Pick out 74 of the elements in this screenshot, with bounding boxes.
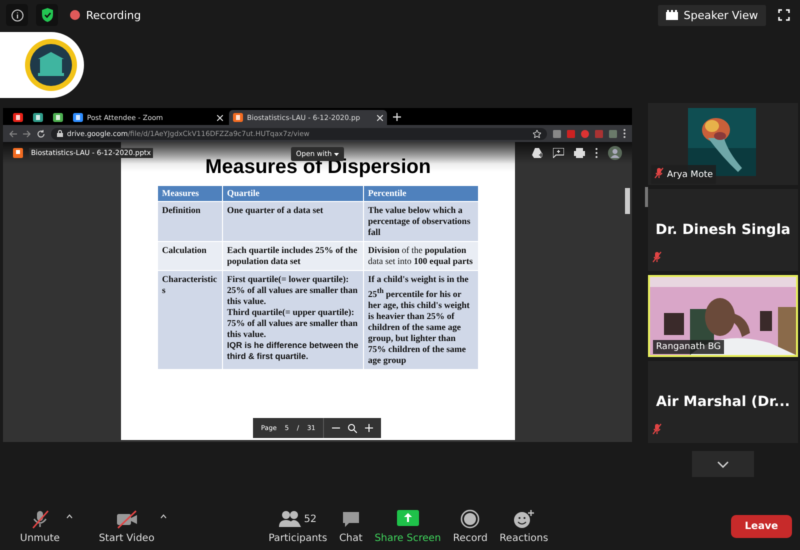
participant-tile[interactable]: Arya Mote <box>648 103 798 185</box>
column-header: Measures <box>158 186 222 202</box>
zoom-in-icon[interactable] <box>365 424 374 432</box>
leave-button[interactable]: Leave <box>730 514 792 538</box>
cell-text: Division of the population data set into 100 equal parts <box>368 245 474 267</box>
slides-file-icon <box>13 148 23 158</box>
print-icon[interactable] <box>574 148 585 158</box>
participant-tile[interactable]: Dr. Dinesh Singla <box>648 189 798 271</box>
cell-text: The value below which a percentage of observations fall <box>368 205 472 238</box>
university-logo-drawing <box>24 38 78 92</box>
toolbar-button[interactable]: Share Screen <box>368 508 447 544</box>
star-icon[interactable] <box>533 130 541 138</box>
participant-tile[interactable]: Ranganath BG <box>648 275 798 357</box>
forward-icon[interactable] <box>23 130 31 138</box>
column-header: Quartile <box>222 186 364 202</box>
back-icon[interactable] <box>9 130 17 138</box>
toolbar-button[interactable]: 52 Participants <box>262 508 334 544</box>
cell-text: If a child's weight is in the 25$^{th}$ percentile for his or her age, this child's weight is heavier than 25% of children of the same age group, but lighter than 75% children of the same age group <box>368 274 471 366</box>
reload-icon[interactable] <box>37 130 45 138</box>
info-button[interactable] <box>6 4 28 26</box>
more-icon[interactable] <box>595 148 598 158</box>
toolbar-button[interactable]: Unmute <box>14 508 66 544</box>
muted-mic-icon <box>654 167 664 179</box>
chevron-down-icon <box>717 460 729 468</box>
info-icon <box>10 8 24 22</box>
close-icon[interactable] <box>377 114 383 120</box>
close-icon[interactable] <box>217 114 223 120</box>
menu-icon[interactable] <box>623 129 626 138</box>
cell-text: Each quartile includes 25% of the population data set <box>227 245 358 267</box>
participant-tile[interactable]: Air Marshal (Dr... <box>648 361 798 443</box>
cell-text: Calculation <box>162 245 208 256</box>
smiley-icon <box>512 509 535 529</box>
comment-icon[interactable] <box>553 148 564 158</box>
avatar-icon[interactable] <box>608 146 622 160</box>
caret-icon[interactable] <box>160 514 168 519</box>
people-icon <box>278 510 301 528</box>
fullscreen-icon[interactable] <box>778 9 790 21</box>
cell-text: Characteristics <box>162 274 218 296</box>
cell-text: One quarter of a data set <box>227 205 324 216</box>
participant-name: Arya Mote <box>667 170 713 180</box>
shield-icon <box>40 8 54 22</box>
cell-text: Third quartile(= upper quartile): 75% of all values are smaller than this value. <box>227 307 359 340</box>
chat-icon <box>340 509 361 529</box>
toolbar-button[interactable]: Start Video <box>92 508 160 544</box>
column-header: Percentile <box>364 186 478 202</box>
muted-mic-icon <box>30 509 50 529</box>
lock-icon <box>57 130 63 137</box>
participant-count: 52 <box>304 514 317 524</box>
participant-name: Ranganath BG <box>656 342 721 352</box>
recording-status: Recording <box>86 8 142 22</box>
toolbar-button[interactable]: Record <box>446 508 494 544</box>
recording-icon <box>70 10 80 20</box>
toolbar-button[interactable]: Chat <box>333 508 369 544</box>
new-tab-icon[interactable] <box>393 113 401 121</box>
cell-text: Definition <box>162 205 202 216</box>
grid-icon <box>666 10 678 20</box>
participant-name: Air Marshal (Dr... <box>656 394 790 410</box>
share-screen-icon <box>396 510 419 528</box>
security-button[interactable] <box>36 4 58 26</box>
toolbar-button[interactable]: Reactions <box>494 508 554 544</box>
cell-text: IQR is he difference between the third & first quartile. <box>227 340 359 362</box>
caret-icon <box>334 153 340 156</box>
resize-handle[interactable] <box>645 187 648 207</box>
muted-mic-icon <box>652 251 662 263</box>
drive-add-icon[interactable] <box>532 148 543 158</box>
muted-mic-icon <box>652 423 662 435</box>
caret-icon[interactable] <box>66 514 73 519</box>
zoom-icon[interactable] <box>348 424 358 432</box>
speaker-view-button[interactable]: Speaker View <box>658 4 766 26</box>
scrollbar[interactable] <box>625 188 630 214</box>
cell-text: First quartile(= lower quartile): 25% of all values are smaller than this value. <box>227 274 359 307</box>
record-icon <box>460 509 480 529</box>
participant-name: Dr. Dinesh Singla <box>656 222 790 238</box>
video-off-icon <box>114 509 139 529</box>
